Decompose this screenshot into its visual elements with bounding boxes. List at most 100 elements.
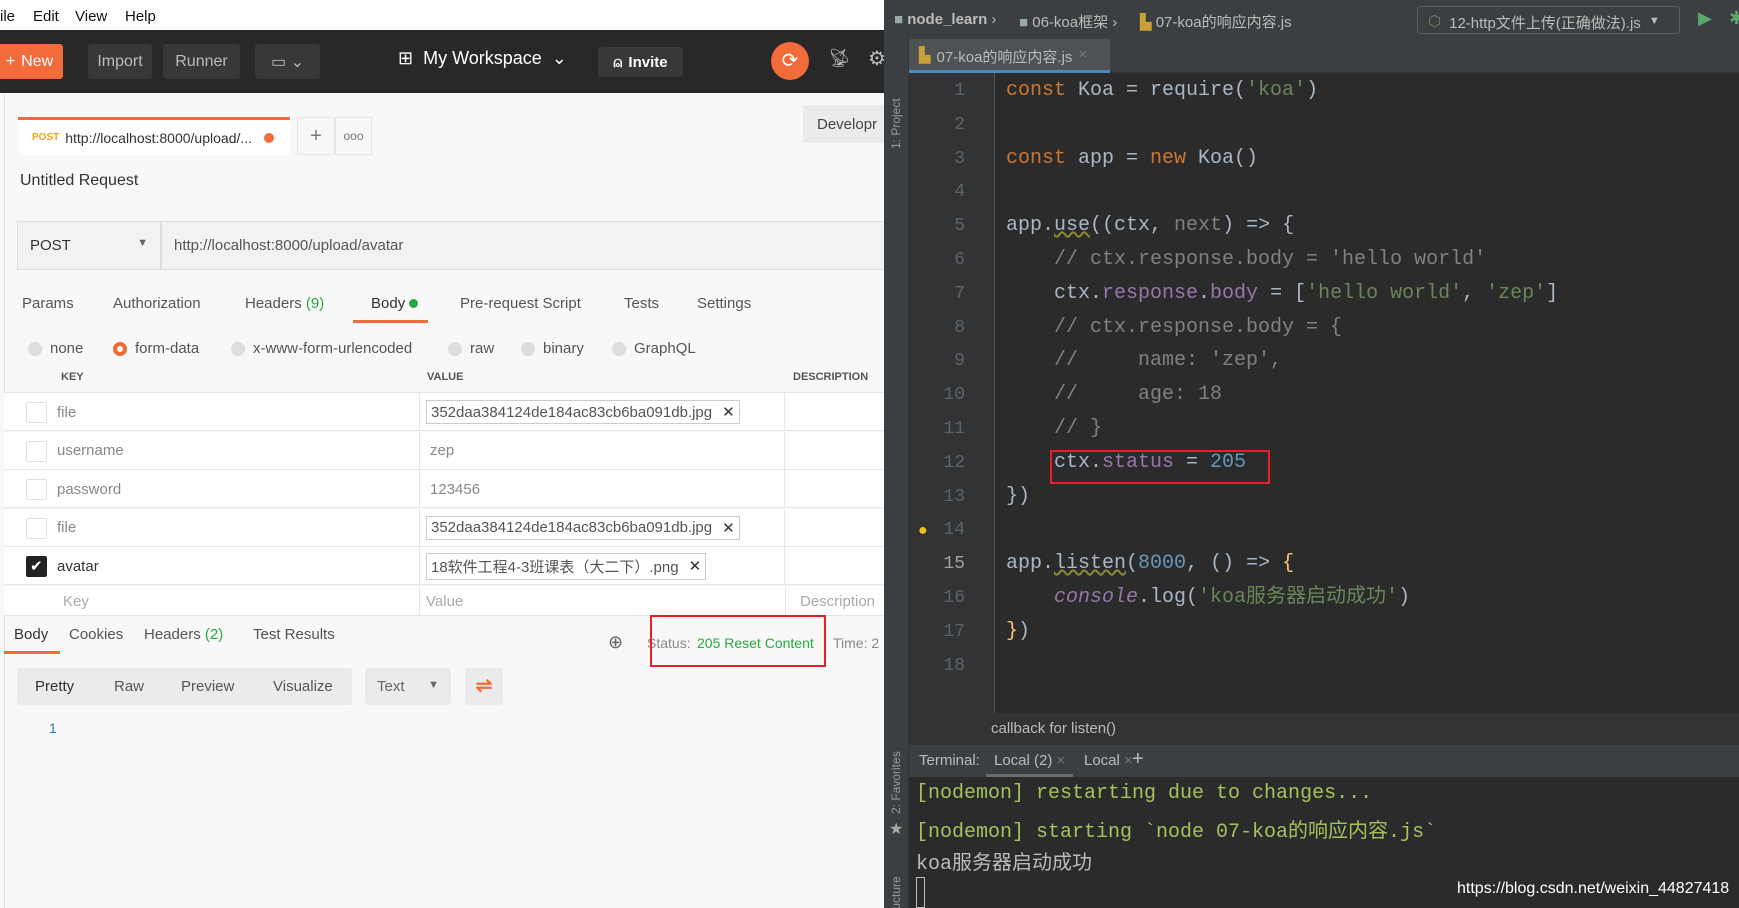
view-visualize[interactable]: Visualize [273,678,333,695]
row-checkbox[interactable]: ✔ [26,556,47,577]
close-icon[interactable]: × [1078,46,1087,63]
code-line[interactable]: const Koa = require('koa') [1006,76,1318,106]
structure-tool-button[interactable]: Z: Structure [889,876,903,908]
gear-icon[interactable]: ⚙ [868,46,884,71]
environment-select[interactable]: Developr [803,105,884,143]
code-line[interactable]: app.use((ctx, next) => { [1006,211,1294,241]
view-pretty[interactable]: Pretty [35,678,74,695]
menu-bar: ile Edit View Help [0,0,884,30]
table-row: ✔ avatar 18软件工程4-3班课表（大二下）.png ✕ [4,547,884,585]
value-cell[interactable]: 123456 [419,470,785,508]
code-line[interactable]: // ctx.response.body = 'hello world' [1006,245,1486,275]
run-icon[interactable]: ▶ [1698,8,1712,29]
new-tab-button[interactable]: + [297,117,335,155]
tab-authorization[interactable]: Authorization [113,295,201,312]
value-input[interactable]: Value [419,586,785,616]
project-tool-button[interactable]: 1: Project [889,98,903,149]
terminal-tab-local-2[interactable]: Local (2) × [986,745,1074,777]
workspace-switcher[interactable]: ⊞ My Workspace ⌄ [398,48,567,69]
tab-settings[interactable]: Settings [697,295,751,312]
view-preview[interactable]: Preview [181,678,234,695]
invite-button[interactable]: ⍝ Invite [598,47,683,77]
tab-pre-request-script[interactable]: Pre-request Script [460,295,581,312]
key-cell[interactable]: avatar [57,547,99,585]
key-cell[interactable]: password [57,470,121,508]
run-config-select[interactable]: ⬡ 12-http文件上传(正确做法).js ▼ [1417,6,1680,34]
code-line[interactable]: // ctx.response.body = { [1006,313,1342,343]
key-cell[interactable]: username [57,432,124,470]
response-tab-cookies[interactable]: Cookies [69,626,123,643]
breadcrumb-koa-folder[interactable]: ■ 06-koa框架 › [1019,11,1117,32]
code-line[interactable]: // name: 'zep', [1006,346,1282,376]
code-line[interactable]: }) [1006,482,1030,512]
new-terminal-icon[interactable]: + [1132,748,1144,771]
close-icon[interactable]: ✕ [689,557,702,575]
new-button[interactable]: + New [0,44,63,79]
breadcrumb-file[interactable]: ▙ 07-koa的响应内容.js [1140,11,1292,32]
request-title[interactable]: Untitled Request [20,172,138,190]
request-tab[interactable]: POST http://localhost:8000/upload/... [18,117,290,155]
debug-icon[interactable]: ✱ [1729,8,1739,29]
method-select[interactable]: POST ▼ [17,221,161,270]
radio-urlencoded[interactable]: x-www-form-urlencoded [231,340,412,357]
response-tab-test-results[interactable]: Test Results [253,626,335,643]
row-checkbox[interactable] [26,402,47,423]
value-cell[interactable]: 352daa384124de184ac83cb6ba091db.jpg ✕ [419,393,785,431]
radio-raw[interactable]: raw [448,340,494,357]
menu-edit[interactable]: Edit [33,8,59,25]
row-checkbox[interactable] [26,517,47,539]
menu-help[interactable]: Help [125,8,156,25]
key-cell[interactable]: file [57,509,76,547]
row-checkbox[interactable] [26,479,47,500]
url-input[interactable]: http://localhost:8000/upload/avatar [161,221,884,270]
response-tab-headers[interactable]: Headers (2) [144,626,223,643]
tab-body[interactable]: Body [371,295,419,312]
sync-icon[interactable]: ⟳ [771,42,809,80]
import-button[interactable]: Import [88,44,152,79]
breadcrumb-node-learn[interactable]: ■ node_learn › [894,11,996,28]
description-input[interactable]: Description [785,586,875,616]
row-checkbox[interactable] [26,440,47,462]
key-input[interactable]: Key [63,586,89,616]
code-line[interactable]: app.listen(8000, () => { [1006,549,1294,579]
code-token: app. [1006,552,1055,576]
code-line[interactable]: // age: 18 [1006,380,1222,410]
menu-file[interactable]: ile [0,8,15,25]
status-highlight-box [650,615,826,667]
satellite-icon[interactable]: 📡︎ [828,48,851,69]
close-icon[interactable]: ✕ [722,403,735,421]
new-window-button[interactable]: ▭ ⌄ [255,44,320,79]
active-dot-icon [409,299,419,308]
more-tabs-icon[interactable]: ooo [335,117,372,155]
lightbulb-icon[interactable]: ● [918,522,928,540]
close-icon[interactable]: ✕ [722,519,735,537]
wrap-lines-icon[interactable]: ⇌ [465,668,503,705]
tab-params[interactable]: Params [22,295,74,312]
code-line[interactable]: }) [1006,617,1030,647]
code-line[interactable]: // } [1006,414,1102,444]
radio-label: raw [470,340,495,357]
radio-form-data[interactable]: form-data [113,340,199,357]
editor-tab[interactable]: ▙ 07-koa的响应内容.js × [909,39,1110,73]
format-select[interactable]: Text ▼ [365,668,451,705]
menu-view[interactable]: View [75,8,107,25]
tab-headers[interactable]: Headers (9) [245,295,324,312]
radio-none[interactable]: none [28,340,83,357]
key-cell[interactable]: file [57,393,76,431]
radio-graphql[interactable]: GraphQL [612,340,696,357]
code-line[interactable]: const app = new Koa() [1006,144,1258,174]
runner-button[interactable]: Runner [163,44,240,79]
value-cell[interactable]: 352daa384124de184ac83cb6ba091db.jpg ✕ [419,508,785,547]
close-icon[interactable]: × [1057,752,1066,769]
favorites-tool-button[interactable]: 2: Favorites [889,751,903,814]
globe-icon[interactable]: ⊕ [608,632,623,653]
value-cell[interactable]: zep [419,431,785,470]
radio-binary[interactable]: binary [521,340,584,357]
response-tab-body[interactable]: Body [14,626,48,643]
code-line[interactable]: console.log('koa服务器启动成功') [1006,583,1410,613]
view-raw[interactable]: Raw [114,678,144,695]
code-line[interactable]: ctx.response.body = ['hello world', 'zep… [1006,279,1558,309]
terminal-tab-local[interactable]: Local × [1084,752,1133,769]
tab-tests[interactable]: Tests [624,295,659,312]
value-cell[interactable]: 18软件工程4-3班课表（大二下）.png ✕ [419,547,785,585]
